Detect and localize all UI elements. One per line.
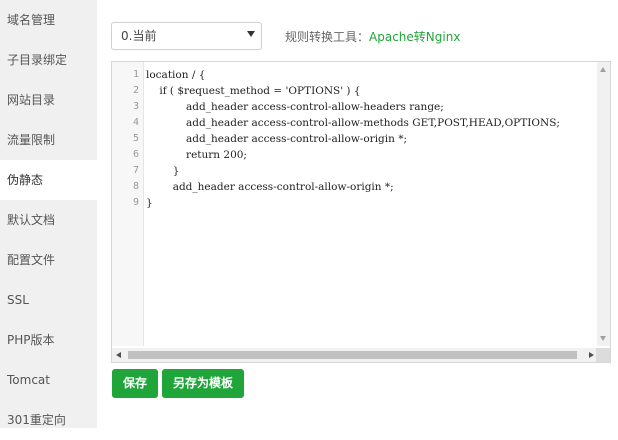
sidebar-item-default-document[interactable]: 默认文档 [0, 200, 97, 240]
code-line: location / { [146, 69, 206, 81]
code-line: } [146, 197, 153, 209]
scroll-right-arrow-icon[interactable] [589, 351, 594, 358]
code-line: add_header access-control-allow-origin *… [146, 181, 394, 193]
line-number: 9 [132, 197, 139, 208]
sidebar-item-ssl[interactable]: SSL [0, 280, 97, 320]
scroll-up-arrow-icon[interactable] [600, 67, 606, 72]
save-button[interactable]: 保存 [112, 369, 158, 398]
line-number: 6 [132, 149, 139, 160]
horizontal-scrollbar[interactable] [112, 348, 598, 362]
horizontal-scroll-thumb[interactable] [128, 351, 577, 359]
line-number: 4 [132, 117, 139, 128]
code-line: add_header access-control-allow-origin *… [146, 133, 408, 145]
code-line: return 200; [146, 149, 247, 161]
code-line: } [146, 165, 180, 177]
line-number: 2 [132, 85, 139, 96]
rewrite-rule-select[interactable]: 0.当前 [111, 22, 262, 50]
save-as-template-button[interactable]: 另存为模板 [162, 369, 244, 398]
apache-to-nginx-link[interactable]: Apache转Nginx [369, 30, 460, 44]
sidebar-item-301-redirect[interactable]: 301重定向 [0, 400, 97, 440]
code-line: add_header access-control-allow-methods … [146, 117, 560, 129]
code-content[interactable]: location / { if ( $request_method = 'OPT… [146, 67, 596, 211]
rule-convert-tool-label: 规则转换工具： [285, 30, 370, 44]
sidebar-item-config-file[interactable]: 配置文件 [0, 240, 97, 280]
line-number: 5 [132, 133, 139, 144]
sidebar-item-subdirectory-binding[interactable]: 子目录绑定 [0, 40, 97, 80]
rewrite-code-editor[interactable]: 1 2 3 4 5 6 7 8 9 location / { if ( $req… [111, 61, 611, 363]
line-number: 3 [132, 101, 139, 112]
settings-sidebar: 域名管理 子目录绑定 网站目录 流量限制 伪静态 默认文档 配置文件 SSL P… [0, 0, 97, 428]
sidebar-item-traffic-limit[interactable]: 流量限制 [0, 120, 97, 160]
code-line: add_header access-control-allow-headers … [146, 101, 444, 113]
rule-convert-tool: 规则转换工具：Apache转Nginx [285, 28, 460, 45]
sidebar-item-site-directory[interactable]: 网站目录 [0, 80, 97, 120]
sidebar-item-php-version[interactable]: PHP版本 [0, 320, 97, 360]
line-number-gutter: 1 2 3 4 5 6 7 8 9 [112, 62, 144, 346]
line-number: 1 [132, 69, 139, 80]
chevron-down-icon [247, 31, 255, 37]
vertical-scrollbar[interactable] [597, 62, 610, 346]
sidebar-item-tomcat[interactable]: Tomcat [0, 360, 97, 400]
scroll-left-arrow-icon[interactable] [116, 351, 121, 358]
scroll-down-arrow-icon[interactable] [600, 336, 606, 341]
sidebar-item-domain-management[interactable]: 域名管理 [0, 0, 97, 40]
line-number: 7 [132, 165, 139, 176]
line-number: 8 [132, 181, 139, 192]
scrollbar-corner [596, 348, 610, 362]
rewrite-rule-select-value: 0.当前 [121, 29, 157, 43]
sidebar-item-rewrite[interactable]: 伪静态 [0, 160, 97, 200]
code-line: if ( $request_method = 'OPTIONS' ) { [146, 85, 361, 97]
